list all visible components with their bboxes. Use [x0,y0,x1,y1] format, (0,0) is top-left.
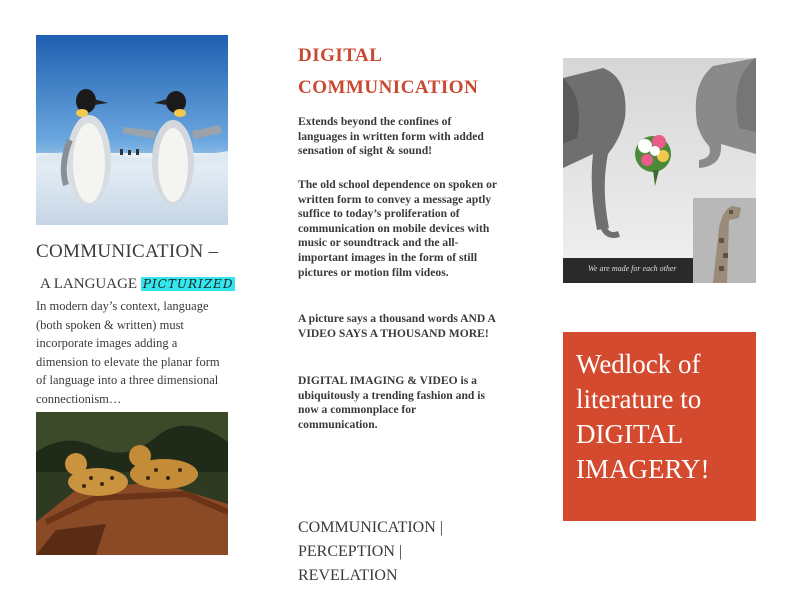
photo-caption: We are made for each other [588,264,677,273]
elephant-photo [563,58,756,283]
language-prefix: A LANGUAGE [40,276,138,292]
communication-heading: COMMUNICATION – [36,241,219,262]
paragraph-digital-imaging: DIGITAL IMAGING & VIDEO is a ubiquitousl… [298,374,485,431]
penguin-photo [36,35,228,225]
language-pictured-line: A LANGUAGE PICTURIZED [40,276,236,293]
leopard-photo [36,412,228,555]
digital-communication-title: DIGITAL COMMUNICATION [298,40,508,104]
left-body-text: In modern day’s context, language (both … [36,299,220,406]
paragraph-extends-beyond: Extends beyond the confines of languages… [298,115,484,158]
title-line-1: DIGITAL [298,45,383,66]
title-line-2: COMMUNICATION [298,77,479,98]
paragraph-old-school: The old school dependence on spoken or w… [298,178,497,279]
highlighted-word: PICTURIZED [140,277,236,291]
headline-text: Wedlock of literature to DIGITAL IMAGERY… [576,349,710,484]
footer-tagline: COMMUNICATION | PERCEPTION | REVELATION [298,519,443,584]
paragraph-picture-says: A picture says a thousand words AND A VI… [298,312,496,340]
